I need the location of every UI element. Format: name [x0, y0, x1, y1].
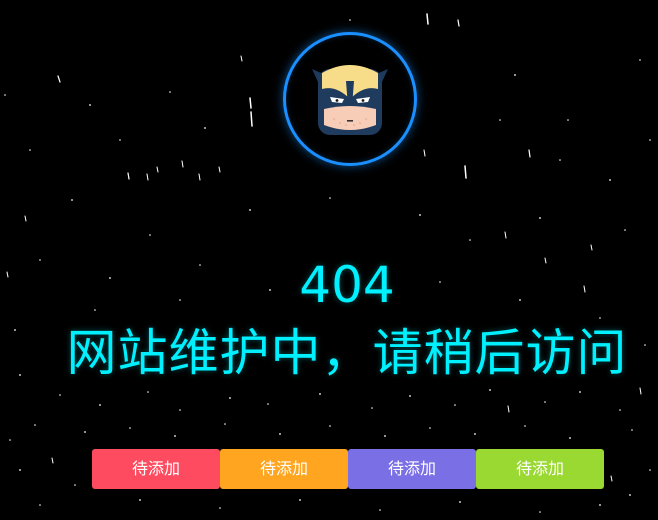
button-row: 待添加 待添加 待添加 待添加 — [92, 449, 604, 489]
placeholder-button-1[interactable]: 待添加 — [92, 449, 220, 489]
wolverine-mask-icon — [286, 35, 414, 163]
placeholder-button-2[interactable]: 待添加 — [220, 449, 348, 489]
page-background: 404 网站维护中，请稍后访问 待添加 待添加 待添加 待添加 — [0, 0, 658, 520]
error-message: 网站维护中，请稍后访问 — [0, 318, 658, 388]
placeholder-button-4[interactable]: 待添加 — [476, 449, 604, 489]
placeholder-button-3[interactable]: 待添加 — [348, 449, 476, 489]
avatar — [283, 32, 417, 166]
error-code: 404 — [0, 252, 658, 318]
